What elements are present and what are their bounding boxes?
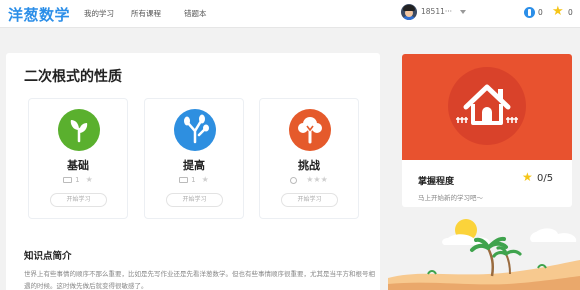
topic-card: 二次根式的性质 基础 1 ★ 开始学习 提高 1 ★ 开始学习 挑战 ★★★ 开… (6, 53, 380, 290)
level-name: 基础 (67, 159, 89, 172)
level-meta: 1 ★ (145, 175, 243, 184)
star-rating: ★★★ (306, 175, 328, 184)
house-icon (448, 67, 526, 145)
level-card-challenge[interactable]: 挑战 ★★★ 开始学习 (259, 98, 359, 219)
level-name: 提高 (183, 159, 205, 172)
nav-all-courses[interactable]: 所有课程 (131, 8, 161, 19)
video-icon (179, 177, 189, 183)
coin-icon (524, 7, 535, 18)
star-rating: ★ (85, 175, 93, 184)
level-name: 挑战 (298, 159, 320, 172)
top-nav-bar: 洋葱数学 我的学习 所有课程 错题本 18511··· 0 ★ 0 (0, 0, 580, 28)
video-icon (63, 177, 73, 183)
coin-count: 0 (538, 8, 543, 17)
nav-mistake-book[interactable]: 错题本 (184, 8, 207, 19)
intro-text: 世界上有些事情的顺序不那么重要，比如是先写作业还是先看洋葱数学。但也有些事情顺序… (24, 270, 375, 290)
palm-tree-icon (486, 247, 495, 277)
nav-my-learning[interactable]: 我的学习 (84, 8, 114, 19)
user-phone[interactable]: 18511··· (421, 7, 452, 16)
mastery-label: 掌握程度 (418, 177, 455, 187)
mastery-hint: 马上开始新的学习吧～ (418, 194, 483, 202)
start-learning-button[interactable]: 开始学习 (166, 193, 223, 207)
star-rating: ★ (201, 175, 209, 184)
site-logo[interactable]: 洋葱数学 (8, 4, 70, 25)
mastery-card: 掌握程度 ★ 0/5 马上开始新的学习吧～ (402, 54, 572, 207)
level-meta: 1 ★ (29, 175, 127, 184)
start-learning-button[interactable]: 开始学习 (281, 193, 338, 207)
user-avatar[interactable] (401, 4, 417, 20)
mastery-score: 0/5 (537, 173, 554, 184)
level-meta: ★★★ (260, 175, 358, 184)
page-title: 二次根式的性质 (24, 69, 122, 85)
star-icon: ★ (522, 170, 533, 184)
start-learning-button[interactable]: 开始学习 (50, 193, 107, 207)
sprout-icon (58, 109, 100, 151)
mastery-banner (402, 54, 572, 160)
intro-title: 知识点简介 (24, 251, 72, 262)
tree-icon (289, 109, 331, 151)
beach-illustration (388, 212, 580, 290)
branch-icon (174, 109, 216, 151)
chevron-down-icon[interactable] (460, 10, 466, 14)
level-card-basic[interactable]: 基础 1 ★ 开始学习 (28, 98, 128, 219)
level-card-advanced[interactable]: 提高 1 ★ 开始学习 (144, 98, 244, 219)
practice-icon (290, 176, 298, 184)
star-count: 0 (568, 8, 573, 17)
star-icon: ★ (552, 4, 564, 19)
